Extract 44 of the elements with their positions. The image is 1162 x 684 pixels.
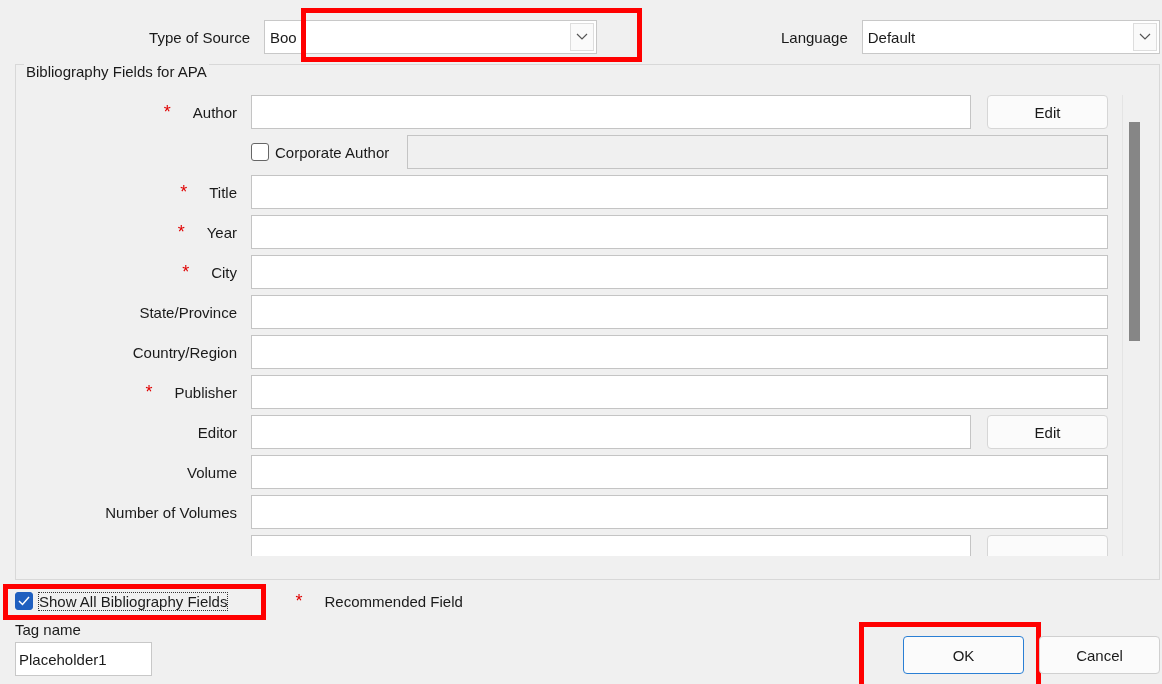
required-marker: * <box>182 261 190 283</box>
input-field[interactable] <box>251 175 1108 209</box>
ok-button[interactable]: OK <box>903 636 1024 674</box>
legend-label: Recommended Field <box>324 592 463 610</box>
field-label: Year <box>206 223 237 241</box>
field-label: Editor <box>197 423 237 441</box>
required-marker: * <box>145 381 153 403</box>
type-of-source-label: Type of Source <box>149 28 250 46</box>
chevron-down-icon <box>1132 23 1157 51</box>
required-marker: * <box>295 590 303 612</box>
input-field[interactable] <box>251 255 1108 289</box>
field-label: Country/Region <box>132 343 237 361</box>
input-field[interactable] <box>251 215 1108 249</box>
chevron-down-icon <box>570 23 594 51</box>
group-title: Bibliography Fields for APA <box>24 63 209 80</box>
field-label: Number of Volumes <box>105 503 237 521</box>
corporate-author-checkbox[interactable]: Corporate Author <box>251 143 390 161</box>
show-all-checkbox[interactable]: Show All Bibliography Fields <box>15 592 228 610</box>
edit-button[interactable]: Edit <box>987 95 1108 129</box>
required-marker: * <box>180 181 188 203</box>
required-marker: * <box>163 101 171 123</box>
field-label: City <box>211 263 237 281</box>
required-marker: * <box>177 221 185 243</box>
input-field[interactable] <box>251 455 1108 489</box>
field-label: State/Province <box>139 303 237 321</box>
input-field[interactable] <box>251 295 1108 329</box>
input-field[interactable] <box>251 335 1108 369</box>
input-field[interactable] <box>251 375 1108 409</box>
checkmark-icon <box>18 596 30 606</box>
input-field[interactable] <box>251 495 1108 529</box>
field-label: Title <box>209 183 237 201</box>
input-field[interactable] <box>251 415 971 449</box>
language-label: Language <box>781 28 848 46</box>
language-dropdown[interactable]: Default <box>861 20 1160 54</box>
field-label: Author <box>192 103 237 121</box>
field-label: Volume <box>186 463 237 481</box>
scrollbar[interactable] <box>1122 95 1140 556</box>
tag-name-field[interactable]: Placeholder1 <box>15 642 152 676</box>
type-of-source-dropdown[interactable]: Boo <box>264 20 597 54</box>
input-field[interactable] <box>251 95 971 129</box>
cancel-button[interactable]: Cancel <box>1039 636 1160 674</box>
edit-button[interactable]: Edit <box>987 415 1108 449</box>
tag-name-label: Tag name <box>15 621 82 638</box>
field-label: Publisher <box>174 383 237 401</box>
